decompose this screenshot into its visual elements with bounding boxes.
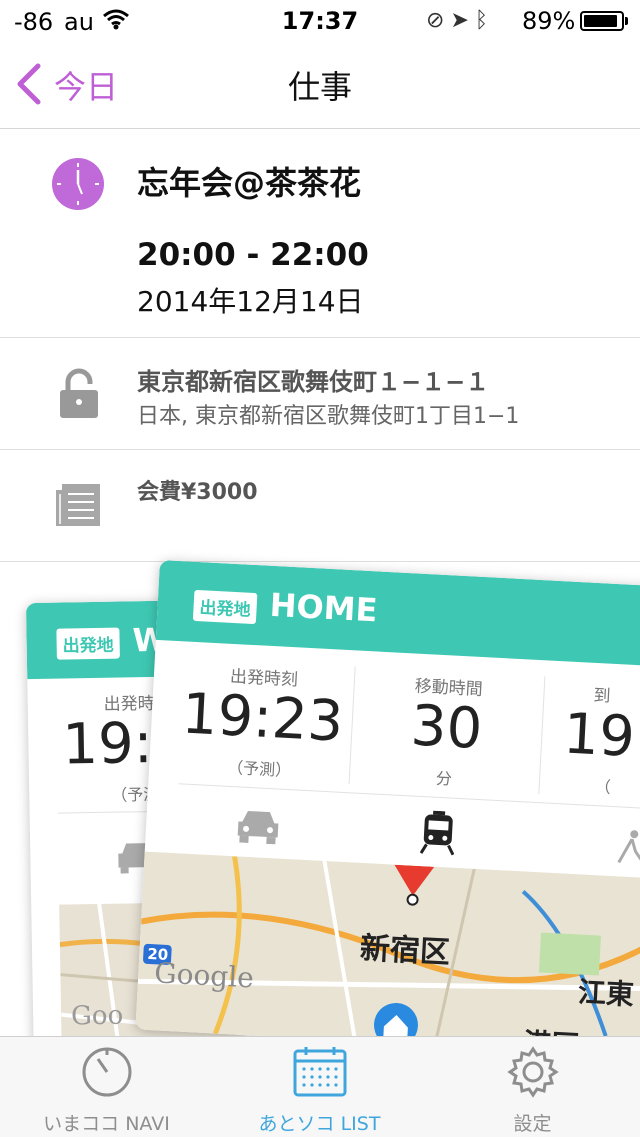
battery-percent: 89% (522, 7, 576, 35)
arrive-note: （ (594, 777, 612, 797)
status-icons: ⊘➤ᛒ (426, 8, 494, 33)
tab-label: あとソコ LIST (258, 1113, 381, 1135)
location-arrow-icon: ➤ (450, 8, 475, 33)
route-card-home[interactable]: 出発地 HOME 出発時刻 19:23 （予測） 移動時間 30 分 到 19 … (135, 560, 640, 1057)
event-time-range: 20:00 - 22:00 (137, 237, 369, 273)
depart-time: 19:23 (180, 681, 345, 755)
arrive-time: 19 (561, 701, 637, 771)
route-map-home[interactable]: 新宿区 江東 港区 20 Google (135, 851, 640, 1057)
train-icon[interactable] (419, 810, 456, 856)
map-google-logo-back: Goo (71, 1001, 124, 1032)
tab-bar: いまココ NAVI あとソコ LIST 設定 (0, 1036, 640, 1137)
walk-icon[interactable] (615, 828, 640, 866)
tab-ima-koko-navi[interactable]: いまココ NAVI (0, 1045, 213, 1135)
map-label-koto: 江東 (577, 975, 635, 1012)
tab-settings[interactable]: 設定 (426, 1045, 639, 1135)
card-title: HOME (268, 585, 379, 630)
origin-badge: 出発地 (56, 627, 120, 660)
tab-label: 設定 (513, 1113, 552, 1135)
map-google-logo: Google (153, 956, 255, 995)
depart-note: （予測） (226, 757, 292, 781)
notes-icon (56, 484, 100, 526)
location-address: 日本, 東京都新宿区歌舞伎町1丁目1−1 (137, 404, 520, 429)
lock-icon (60, 368, 98, 418)
tab-label: いまココ NAVI (43, 1113, 170, 1135)
duration-value: 30 (409, 693, 484, 763)
rotation-lock-icon: ⊘ (426, 8, 451, 33)
status-bar: -86 au 17:37 ⊘➤ᛒ 89% (0, 0, 640, 40)
tab-ato-soko-list[interactable]: あとソコ LIST (213, 1045, 426, 1135)
gear-icon (506, 1046, 559, 1098)
divider (0, 449, 640, 450)
bluetooth-icon: ᛒ (474, 8, 495, 33)
battery-icon (580, 11, 624, 31)
event-date: 2014年12月14日 (137, 285, 364, 318)
map-label-shinjuku: 新宿区 (359, 931, 451, 971)
location-name: 東京都新宿区歌舞伎町１−１−１ (137, 368, 490, 396)
divider (0, 337, 640, 338)
origin-badge: 出発地 (192, 589, 258, 625)
car-icon[interactable] (235, 804, 281, 845)
compass-dial-icon (82, 1047, 131, 1097)
divider (0, 561, 640, 562)
clock-icon (52, 158, 104, 210)
page-title: 仕事 (287, 68, 352, 106)
duration-unit: 分 (435, 768, 453, 789)
event-title: 忘年会@茶茶花 (137, 164, 362, 202)
calendar-icon (293, 1047, 346, 1097)
navigation-bar: 今日 仕事 (0, 40, 640, 129)
event-notes: 会費¥3000 (137, 480, 258, 505)
